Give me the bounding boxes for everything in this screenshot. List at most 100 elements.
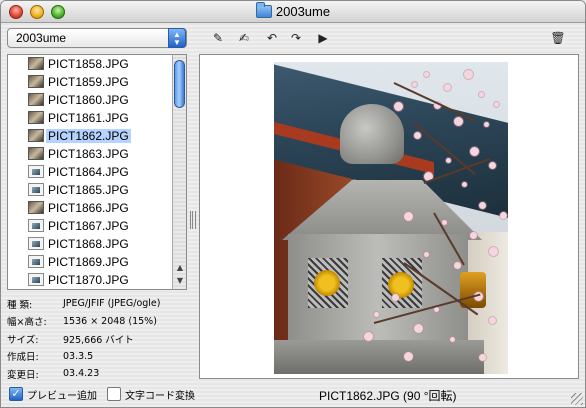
blossom xyxy=(494,102,499,107)
info-modified-label: 変更日: xyxy=(7,369,39,381)
image-file-icon xyxy=(28,237,44,250)
trash-icon[interactable]: 🗑 xyxy=(549,30,567,46)
file-list-item[interactable]: PICT1866.JPG xyxy=(8,199,173,217)
edit-icon[interactable]: ✎ xyxy=(209,30,227,46)
window-title-wrap: 2003ume xyxy=(1,2,585,19)
file-info: 種 類: JPEG/JFIF (JPEG/ogle) 幅×高さ: 1536 × … xyxy=(7,295,192,383)
preview-image xyxy=(274,62,508,374)
file-name: PICT1862.JPG xyxy=(46,129,131,143)
play-icon[interactable]: ▶ xyxy=(314,30,332,46)
preview-panel xyxy=(199,54,579,379)
info-dimensions-label: 幅×高さ: xyxy=(7,317,47,329)
file-list-item[interactable]: PICT1870.JPG xyxy=(8,271,173,289)
lantern-cap xyxy=(340,104,404,164)
preview-add-checkbox[interactable]: ✓ xyxy=(9,387,23,401)
info-size-label: サイズ: xyxy=(7,334,39,346)
info-size-value: 925,666 バイト xyxy=(63,334,134,346)
scroll-up-icon[interactable]: ▲ xyxy=(175,263,185,273)
blossom xyxy=(404,352,413,361)
photo-thumbnail-icon xyxy=(28,111,44,124)
image-file-icon xyxy=(28,255,44,268)
blossom xyxy=(479,202,486,209)
photo-thumbnail-icon xyxy=(28,129,44,142)
blossom xyxy=(450,337,455,342)
file-name: PICT1860.JPG xyxy=(48,93,129,107)
file-list-item[interactable]: PICT1868.JPG xyxy=(8,235,173,253)
folder-icon xyxy=(255,2,272,18)
file-list-item[interactable]: PICT1861.JPG xyxy=(8,109,173,127)
blossom xyxy=(424,72,429,77)
blossom xyxy=(489,247,498,256)
toolbar: 2003ume ▲ ▼ ✎ ✍ ↶ ↷ ▶ 🗑 xyxy=(1,25,585,51)
folder-popup[interactable]: 2003ume ▲ ▼ xyxy=(7,28,187,48)
crest-right xyxy=(388,272,414,298)
file-list-item[interactable]: PICT1864.JPG xyxy=(8,163,173,181)
blossom xyxy=(470,147,479,156)
file-name: PICT1864.JPG xyxy=(48,165,129,179)
file-name: PICT1858.JPG xyxy=(48,57,129,71)
blossom xyxy=(489,317,496,324)
file-list-item[interactable]: PICT1859.JPG xyxy=(8,73,173,91)
blossom xyxy=(462,182,467,187)
scrollbar-thumb[interactable] xyxy=(174,60,185,108)
blossom xyxy=(500,212,507,219)
blossom xyxy=(392,294,399,301)
file-name: PICT1866.JPG xyxy=(48,201,129,215)
blossom xyxy=(364,332,373,341)
file-list[interactable]: PICT1858.JPG PICT1859.JPG PICT1860.JPG PICT… xyxy=(8,55,173,289)
file-name: PICT1869.JPG xyxy=(48,255,129,269)
info-kind-label: 種 類: xyxy=(7,299,33,311)
file-list-item[interactable]: PICT1863.JPG xyxy=(8,145,173,163)
image-file-icon xyxy=(28,183,44,196)
file-name: PICT1868.JPG xyxy=(48,237,129,251)
blossom xyxy=(446,158,451,163)
status-bar: ✓ プレビュー追加 文字コード変換 PICT1862.JPG (90 °回転) xyxy=(1,381,585,407)
blossom xyxy=(489,162,496,169)
info-kind: 種 類: JPEG/JFIF (JPEG/ogle) xyxy=(7,295,192,313)
image-file-icon xyxy=(28,273,44,286)
info-created-label: 作成日: xyxy=(7,352,39,364)
blossom xyxy=(404,212,413,221)
file-list-item[interactable]: PICT1865.JPG xyxy=(8,181,173,199)
scroll-down-icon[interactable]: ▼ xyxy=(175,276,185,286)
popup-arrows-icon: ▲ ▼ xyxy=(168,28,186,48)
rename-icon[interactable]: ✍ xyxy=(235,30,253,46)
blossom xyxy=(479,92,484,97)
blossom xyxy=(470,232,477,239)
image-file-icon xyxy=(28,165,44,178)
blossom xyxy=(454,262,461,269)
title-bar[interactable]: 2003ume xyxy=(1,1,585,23)
window-title: 2003ume xyxy=(275,4,331,19)
splitter-handle[interactable] xyxy=(190,211,196,229)
blossom xyxy=(414,324,423,333)
folder-popup-value: 2003ume xyxy=(16,31,67,45)
blossom xyxy=(394,102,403,111)
charcode-checkbox[interactable] xyxy=(107,387,121,401)
info-modified: 変更日: 03.4.23 xyxy=(7,365,192,383)
file-name: PICT1861.JPG xyxy=(48,111,129,125)
info-created-value: 03.3.5 xyxy=(63,350,94,362)
file-list-scrollbar[interactable]: ▲ ▼ xyxy=(172,55,186,289)
photo-thumbnail-icon xyxy=(28,75,44,88)
preview-caption: PICT1862.JPG (90 °回転) xyxy=(319,389,457,403)
charcode-label: 文字コード変換 xyxy=(125,391,195,402)
photo-thumbnail-icon xyxy=(28,201,44,214)
file-list-panel: PICT1858.JPG PICT1859.JPG PICT1860.JPG PICT… xyxy=(7,54,187,290)
file-list-item[interactable]: PICT1867.JPG xyxy=(8,217,173,235)
resize-grip[interactable] xyxy=(571,393,583,405)
crest-left xyxy=(314,270,340,296)
blossom xyxy=(424,252,429,257)
hanging-lamp xyxy=(460,272,486,308)
blossom xyxy=(414,132,421,139)
rotate-right-icon[interactable]: ↷ xyxy=(287,30,305,46)
file-list-item[interactable]: PICT1858.JPG xyxy=(8,55,173,73)
blossom xyxy=(484,122,489,127)
file-list-item[interactable]: PICT1869.JPG xyxy=(8,253,173,271)
preview-add-label: プレビュー追加 xyxy=(27,391,97,402)
file-list-item[interactable]: PICT1862.JPG xyxy=(8,127,173,145)
rotate-left-icon[interactable]: ↶ xyxy=(263,30,281,46)
file-list-item[interactable]: PICT1860.JPG xyxy=(8,91,173,109)
blossom xyxy=(442,220,447,225)
info-kind-value: JPEG/JFIF (JPEG/ogle) xyxy=(63,298,161,310)
photo-thumbnail-icon xyxy=(28,147,44,160)
